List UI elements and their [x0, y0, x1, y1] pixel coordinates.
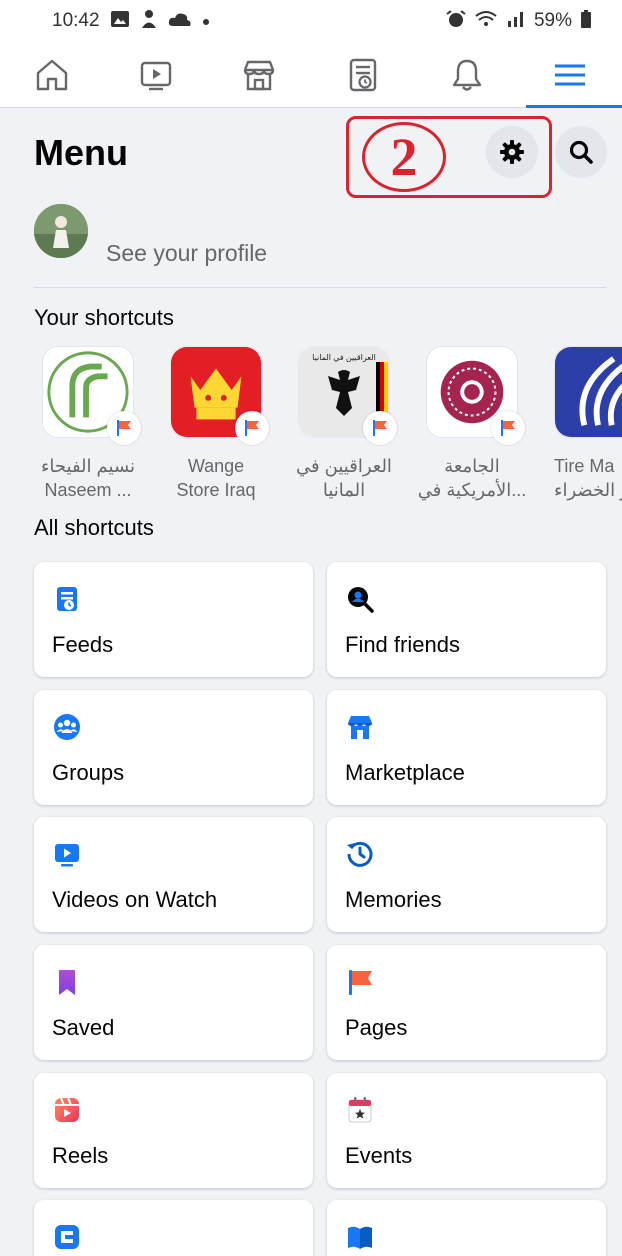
- status-time: 10:42: [52, 10, 100, 31]
- settings-button[interactable]: [486, 126, 538, 178]
- card-label: Events: [345, 1143, 413, 1168]
- dot-icon: [202, 11, 210, 31]
- card-label: Groups: [52, 760, 125, 785]
- page-flag-icon: [491, 411, 525, 445]
- shortcut-card-groups[interactable]: Groups: [34, 690, 313, 805]
- shortcut-thumbnail: [42, 346, 141, 445]
- shortcut-item[interactable]: الجامعة الأمريكية في...: [408, 346, 536, 502]
- tire-logo: [555, 347, 622, 437]
- search-icon: [569, 140, 593, 164]
- shortcut-card-gaming[interactable]: [34, 1200, 313, 1256]
- shortcut-card-news[interactable]: [327, 1200, 606, 1256]
- page-flag-icon: [363, 411, 397, 445]
- card-label: Memories: [345, 887, 442, 912]
- shortcut-thumbnail: العراقيين في المانيا: [298, 346, 397, 445]
- memories-icon: [347, 841, 373, 867]
- feeds-icon: [57, 587, 77, 611]
- events-icon: [348, 1097, 372, 1123]
- shortcuts-heading: Your shortcuts: [34, 305, 174, 330]
- tab-marketplace[interactable]: [207, 42, 311, 107]
- video-icon: [140, 61, 171, 90]
- shortcut-card-find-friends[interactable]: Find friends: [327, 562, 606, 677]
- person-icon: [140, 9, 158, 34]
- saved-icon: [59, 970, 75, 995]
- card-label: Saved: [52, 1015, 115, 1040]
- find-friends-icon: [348, 587, 374, 613]
- avatar[interactable]: [34, 204, 88, 258]
- feeds-icon: [349, 58, 377, 91]
- menu-header: Menu 2: [0, 108, 622, 200]
- shop-icon: [243, 60, 275, 90]
- gaming-icon: [55, 1225, 79, 1249]
- hamburger-icon: [555, 64, 586, 85]
- annotation-step-number: 2: [362, 122, 446, 192]
- shortcut-label: Tire Ma ار الخضراء: [554, 456, 622, 500]
- shortcuts-row: نسيم الفيحاء Naseem ... Wange Store Iraq…: [0, 346, 622, 506]
- top-navigation: [0, 42, 622, 108]
- page-flag-icon: [235, 411, 269, 445]
- shortcut-thumbnail: [426, 346, 525, 445]
- shortcut-card-reels[interactable]: Reels: [34, 1073, 313, 1188]
- card-label: Feeds: [52, 632, 114, 657]
- bell-icon: [452, 59, 481, 91]
- shortcut-card-pages[interactable]: Pages: [327, 945, 606, 1060]
- card-label: Pages: [345, 1015, 408, 1040]
- shortcut-thumbnail: [170, 346, 269, 445]
- card-label: Videos on Watch: [52, 887, 218, 912]
- card-label: Find friends: [345, 632, 460, 657]
- page-title: Menu: [34, 132, 128, 173]
- status-bar: 10:42 59%: [0, 0, 622, 42]
- tab-menu[interactable]: [518, 42, 622, 108]
- all-shortcuts-heading: All shortcuts: [34, 515, 154, 540]
- wifi-icon: [474, 10, 498, 33]
- groups-icon: [54, 714, 80, 740]
- card-label: Reels: [52, 1143, 109, 1168]
- thumbnail-caption: العراقيين في المانيا: [312, 352, 376, 362]
- shortcut-card-memories[interactable]: Memories: [327, 817, 606, 932]
- shortcut-label: نسيم الفيحاء Naseem ...: [40, 456, 136, 500]
- tab-notifications[interactable]: [415, 42, 519, 107]
- watch-icon: [55, 844, 79, 867]
- home-icon: [36, 59, 68, 90]
- card-label: Marketplace: [345, 760, 465, 785]
- shortcut-item[interactable]: العراقيين في المانيا العراقيين في الماني…: [280, 346, 408, 502]
- shortcut-card-feeds[interactable]: Feeds: [34, 562, 313, 677]
- shortcut-item[interactable]: Wange Store Iraq: [152, 346, 280, 502]
- search-button[interactable]: [555, 126, 607, 178]
- profile-row[interactable]: See your profile: [34, 200, 606, 288]
- tab-watch[interactable]: [104, 42, 208, 107]
- battery-icon: [580, 9, 592, 33]
- pages-icon: [349, 970, 372, 995]
- tab-home[interactable]: [0, 42, 104, 107]
- shortcut-card-watch[interactable]: Videos on Watch: [34, 817, 313, 932]
- marketplace-icon: [348, 716, 372, 739]
- shortcut-item[interactable]: نسيم الفيحاء Naseem ...: [24, 346, 152, 502]
- shortcut-label: Wange Store Iraq: [176, 456, 256, 500]
- tab-feeds[interactable]: [311, 42, 415, 107]
- reels-icon: [55, 1097, 79, 1122]
- gallery-icon: [110, 10, 130, 33]
- shortcut-label: العراقيين في المانيا: [296, 456, 392, 500]
- news-icon: [348, 1226, 372, 1249]
- shortcut-card-saved[interactable]: Saved: [34, 945, 313, 1060]
- see-profile-link[interactable]: See your profile: [106, 240, 267, 267]
- shortcut-label: الجامعة الأمريكية في...: [417, 456, 527, 500]
- alarm-icon: [446, 9, 466, 33]
- cloud-icon: [168, 11, 192, 32]
- signal-icon: [506, 11, 526, 32]
- shortcut-card-marketplace[interactable]: Marketplace: [327, 690, 606, 805]
- battery-level: 59%: [533, 10, 572, 31]
- shortcut-item[interactable]: Tire Ma ار الخضراء: [536, 346, 622, 502]
- shortcut-thumbnail: [554, 346, 622, 438]
- shortcut-card-events[interactable]: Events: [327, 1073, 606, 1188]
- gear-icon: [500, 140, 524, 164]
- page-flag-icon: [107, 411, 141, 445]
